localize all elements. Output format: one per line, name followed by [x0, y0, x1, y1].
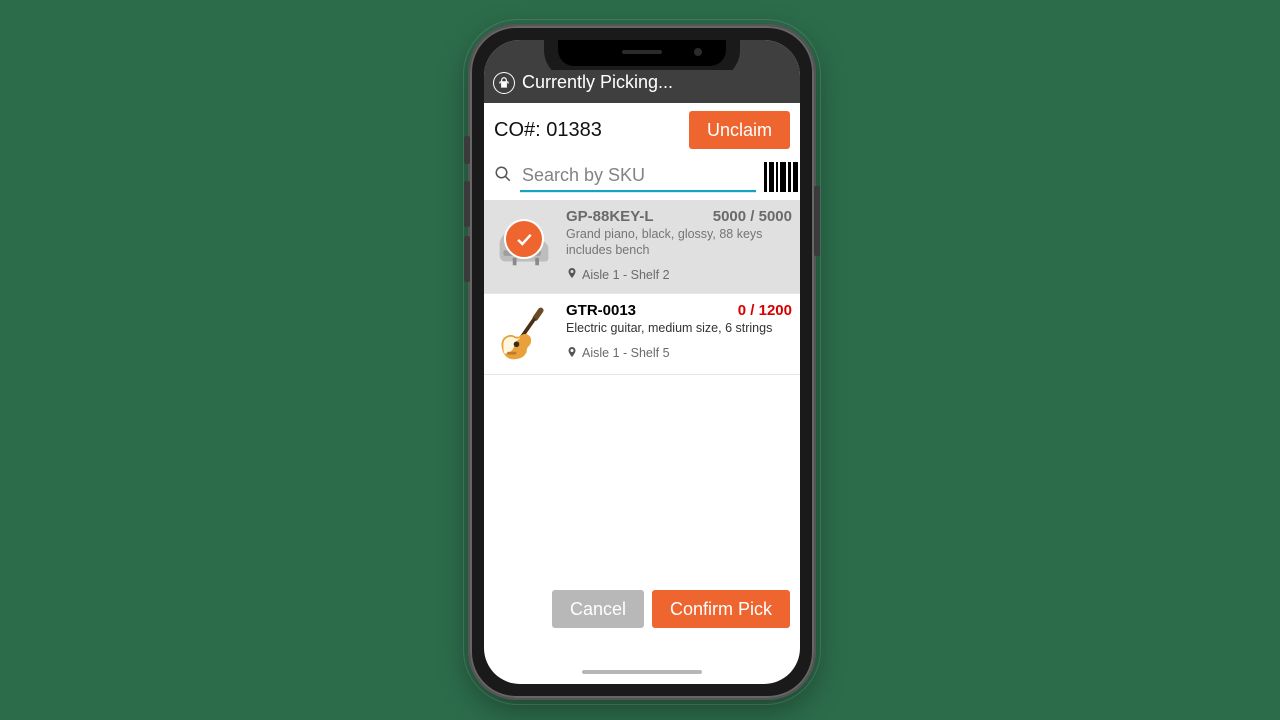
- phone-frame: Currently Picking... CO#: 01383 Unclaim: [468, 24, 816, 700]
- device-notch: [558, 40, 726, 66]
- item-location: Aisle 1 - Shelf 2: [566, 266, 792, 283]
- pin-icon: [566, 266, 578, 283]
- order-number: CO#: 01383: [494, 119, 602, 142]
- mute-switch: [464, 136, 470, 164]
- cancel-button[interactable]: Cancel: [552, 590, 644, 628]
- item-description: Electric guitar, medium size, 6 strings: [566, 321, 792, 337]
- search-icon: [494, 165, 512, 188]
- footer-actions: Cancel Confirm Pick: [552, 590, 790, 628]
- search-row: [484, 155, 800, 200]
- item-info: GP-88KEY-L 5000 / 5000 Grand piano, blac…: [566, 208, 792, 283]
- item-info: GTR-0013 0 / 1200 Electric guitar, mediu…: [566, 302, 792, 364]
- pin-icon: [566, 345, 578, 362]
- checkmark-icon: [504, 219, 544, 259]
- home-indicator: [582, 670, 702, 674]
- item-sku: GP-88KEY-L: [566, 208, 654, 225]
- app-logo-icon: [494, 73, 514, 93]
- screen-title: Currently Picking...: [522, 72, 673, 93]
- power-button: [814, 186, 820, 256]
- item-thumbnail: [492, 208, 556, 270]
- pick-list: GP-88KEY-L 5000 / 5000 Grand piano, blac…: [484, 200, 800, 375]
- list-item[interactable]: GTR-0013 0 / 1200 Electric guitar, mediu…: [484, 294, 800, 375]
- confirm-pick-button[interactable]: Confirm Pick: [652, 590, 790, 628]
- list-item[interactable]: GP-88KEY-L 5000 / 5000 Grand piano, blac…: [484, 200, 800, 294]
- phone-screen: Currently Picking... CO#: 01383 Unclaim: [484, 40, 800, 684]
- item-thumbnail: [492, 302, 556, 364]
- volume-down-button: [464, 236, 470, 282]
- item-qty: 5000 / 5000: [713, 208, 792, 225]
- item-location: Aisle 1 - Shelf 5: [566, 345, 792, 362]
- item-qty: 0 / 1200: [738, 302, 792, 319]
- app-header: Currently Picking...: [484, 70, 800, 103]
- order-row: CO#: 01383 Unclaim: [484, 103, 800, 155]
- barcode-scan-icon[interactable]: [764, 162, 800, 192]
- item-sku: GTR-0013: [566, 302, 636, 319]
- sku-search-input[interactable]: [520, 161, 756, 192]
- guitar-icon: [493, 303, 555, 363]
- item-description: Grand piano, black, glossy, 88 keys incl…: [566, 227, 792, 258]
- volume-up-button: [464, 181, 470, 227]
- unclaim-button[interactable]: Unclaim: [689, 111, 790, 149]
